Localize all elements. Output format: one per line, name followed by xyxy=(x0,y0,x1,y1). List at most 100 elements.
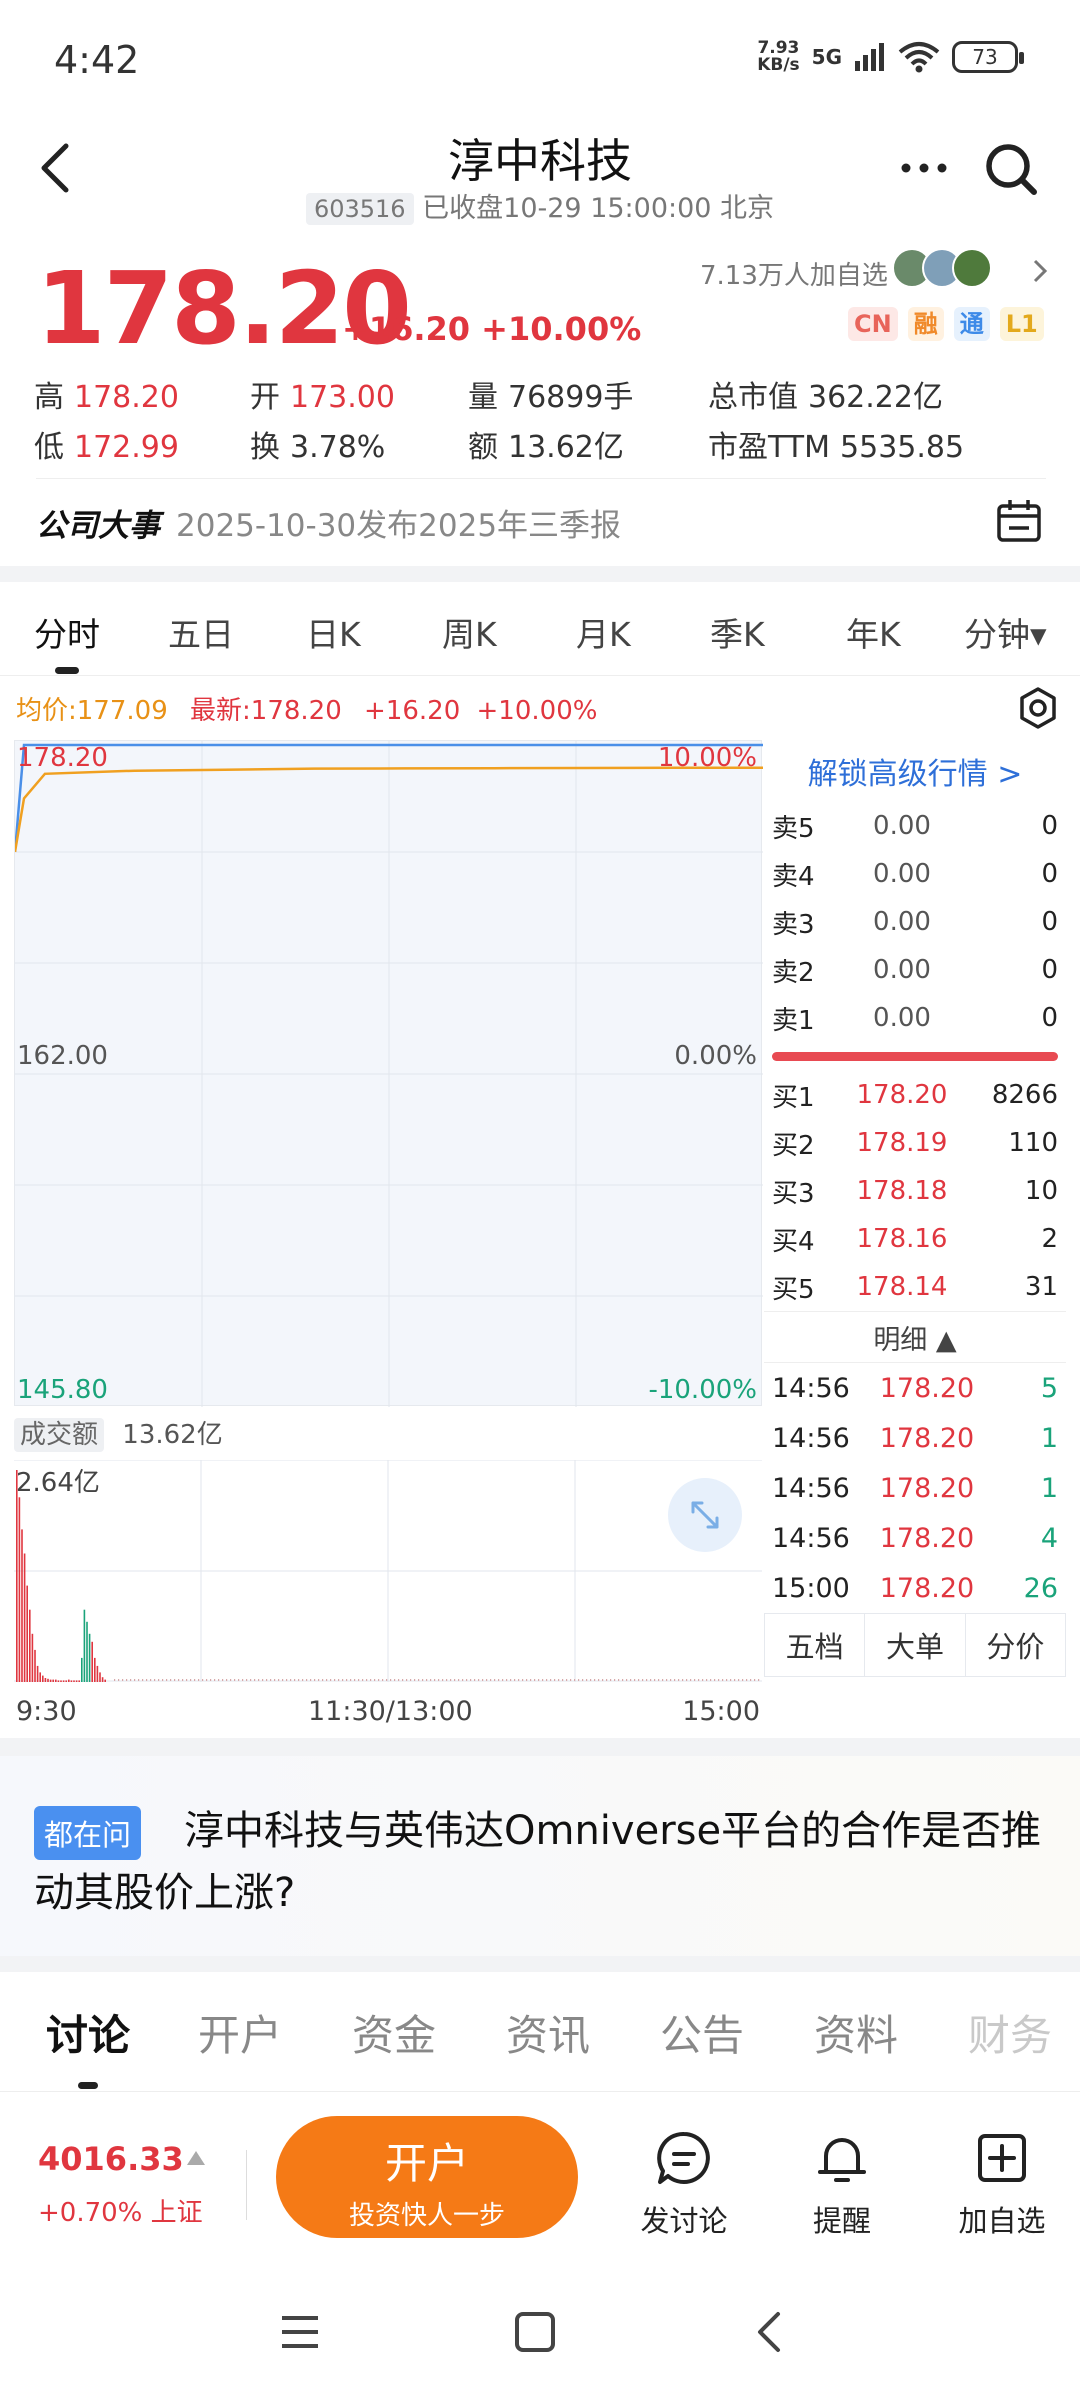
tag-l1[interactable]: L1 xyxy=(999,307,1044,341)
volume-bar xyxy=(566,1679,568,1681)
buy-levels: 买1 178.20 8266 买2 178.19 110 买3 178.18 10 买4 17… xyxy=(764,1071,1066,1311)
volume-bar xyxy=(546,1679,548,1681)
volume-bar xyxy=(326,1679,328,1681)
volume-bar xyxy=(26,1585,28,1682)
search-icon[interactable] xyxy=(982,140,1042,200)
volume-bar xyxy=(294,1679,296,1681)
section-divider xyxy=(0,1738,1080,1756)
unlock-advanced-quote-button[interactable]: 解锁高级行情 > xyxy=(764,740,1066,802)
volume-bar xyxy=(218,1679,220,1681)
volume-bar xyxy=(358,1679,360,1681)
volume-bar xyxy=(226,1679,228,1681)
follower-avatars[interactable] xyxy=(892,248,992,288)
volume-bar xyxy=(362,1679,364,1681)
tab-financials[interactable]: 财务 xyxy=(968,2002,1052,2063)
volume-bar xyxy=(578,1679,580,1681)
order-book-tabs: 五档 大单 分价 xyxy=(764,1613,1066,1677)
volume-bar xyxy=(430,1679,432,1681)
volume-bar xyxy=(318,1679,320,1681)
tag-margin[interactable]: 融 xyxy=(907,307,944,341)
market-status: 已收盘10-29 15:00:00 北京 xyxy=(422,193,775,224)
volume-bar xyxy=(486,1679,488,1681)
tab-large-orders[interactable]: 大单 xyxy=(864,1614,964,1676)
events-label: 公司大事 xyxy=(36,508,160,544)
book-row: 买1 178.20 8266 xyxy=(772,1080,1058,1113)
followers-count[interactable]: 7.13万人加自选 xyxy=(700,255,888,292)
tab-weekly-k[interactable]: 周K xyxy=(442,608,497,656)
index-change[interactable]: +0.70% 上证 xyxy=(38,2192,203,2229)
post-discussion-button[interactable]: 发讨论 xyxy=(624,2128,744,2240)
tab-daily-k[interactable]: 日K xyxy=(306,608,361,656)
volume-bar xyxy=(238,1679,240,1681)
volume-bar xyxy=(310,1679,312,1681)
tab-intraday[interactable]: 分时 xyxy=(34,608,100,674)
home-icon[interactable] xyxy=(512,2310,558,2354)
volume-bar xyxy=(16,1470,18,1682)
system-back-icon[interactable] xyxy=(750,2310,790,2354)
tag-cn[interactable]: CN xyxy=(848,307,898,341)
tab-open-account[interactable]: 开户 xyxy=(198,2002,282,2063)
tab-yearly-k[interactable]: 年K xyxy=(846,608,901,656)
alert-button[interactable]: 提醒 xyxy=(782,2128,902,2240)
volume-bar xyxy=(230,1679,232,1681)
volume-bar xyxy=(518,1679,520,1681)
volume-chart[interactable]: 2.64亿 xyxy=(14,1459,762,1682)
volume-bar xyxy=(718,1679,720,1681)
volume-bar xyxy=(158,1679,160,1681)
volume-bar xyxy=(60,1680,62,1682)
volume-bar xyxy=(246,1679,248,1681)
stat-low: 低 172.99 xyxy=(34,430,179,465)
volume-bar xyxy=(298,1679,300,1681)
tab-quarterly-k[interactable]: 季K xyxy=(710,608,765,656)
tab-five-levels[interactable]: 五档 xyxy=(765,1614,864,1676)
volume-bar xyxy=(282,1679,284,1681)
volume-bar xyxy=(446,1679,448,1681)
volume-bar xyxy=(378,1679,380,1681)
expand-chart-button[interactable] xyxy=(668,1478,742,1552)
settings-icon[interactable] xyxy=(1016,686,1060,730)
volume-bar xyxy=(138,1679,140,1681)
menu-icon[interactable] xyxy=(276,2310,324,2354)
more-icon[interactable] xyxy=(896,148,952,188)
trade-detail-toggle[interactable]: 明细 ▲ xyxy=(764,1311,1066,1363)
tab-5day[interactable]: 五日 xyxy=(168,608,234,656)
y-tick-bottom: 145.80 xyxy=(17,1375,108,1405)
tab-discussion[interactable]: 讨论 xyxy=(46,2002,130,2089)
intraday-chart[interactable]: 178.20 162.00 145.80 10.00% 0.00% -10.00… xyxy=(13,740,763,1407)
book-row: 买5 178.14 31 xyxy=(772,1272,1058,1305)
tab-news[interactable]: 资讯 xyxy=(506,2002,590,2063)
tag-connect[interactable]: 通 xyxy=(953,307,990,341)
sell-levels: 卖5 0.00 0 卖4 0.00 0 卖3 0.00 0 卖2 0.00 0 卖1 0.00 0 xyxy=(764,802,1066,1042)
volume-bar xyxy=(49,1679,52,1682)
latest-pct: +10.00% xyxy=(476,696,598,726)
add-watchlist-button[interactable]: 加自选 xyxy=(942,2128,1062,2240)
volume-bar xyxy=(34,1649,36,1682)
volume-bar xyxy=(618,1679,620,1681)
volume-bar xyxy=(104,1679,106,1682)
tab-monthly-k[interactable]: 月K xyxy=(576,608,631,656)
stat-turnover: 换 3.78% xyxy=(250,430,386,465)
chevron-right-icon[interactable] xyxy=(1030,256,1050,286)
company-events[interactable]: 公司大事 2025-10-30发布2025年三季报 xyxy=(36,500,621,545)
tab-capital[interactable]: 资金 xyxy=(352,2002,436,2063)
volume-bar xyxy=(99,1672,101,1682)
book-row: 卖4 0.00 0 xyxy=(772,859,1058,892)
tab-price-distribution[interactable]: 分价 xyxy=(964,1614,1065,1676)
tab-announcements[interactable]: 公告 xyxy=(660,2002,744,2063)
y-tick-top: 178.20 xyxy=(17,743,108,773)
volume-bar xyxy=(454,1679,456,1681)
volume-bar xyxy=(642,1679,644,1681)
volume-bar xyxy=(426,1679,428,1681)
open-account-button[interactable]: 开户 投资快人一步 xyxy=(276,2116,578,2238)
net-speed-unit: KB/s xyxy=(757,55,800,75)
volume-bar xyxy=(198,1679,200,1681)
tab-minute[interactable]: 分钟▾ xyxy=(964,608,1047,656)
qa-question[interactable]: 淳中科技与英伟达Omniverse平台的合作是否推动其股价上涨? xyxy=(34,1800,1044,1924)
tab-profile[interactable]: 资料 xyxy=(814,2002,898,2063)
calendar-icon[interactable] xyxy=(996,498,1042,544)
volume-bar xyxy=(414,1679,416,1681)
index-value[interactable]: 4016.33 xyxy=(38,2140,184,2178)
volume-bar xyxy=(88,1633,91,1682)
volume-bar xyxy=(534,1679,536,1681)
volume-bar xyxy=(62,1680,65,1682)
